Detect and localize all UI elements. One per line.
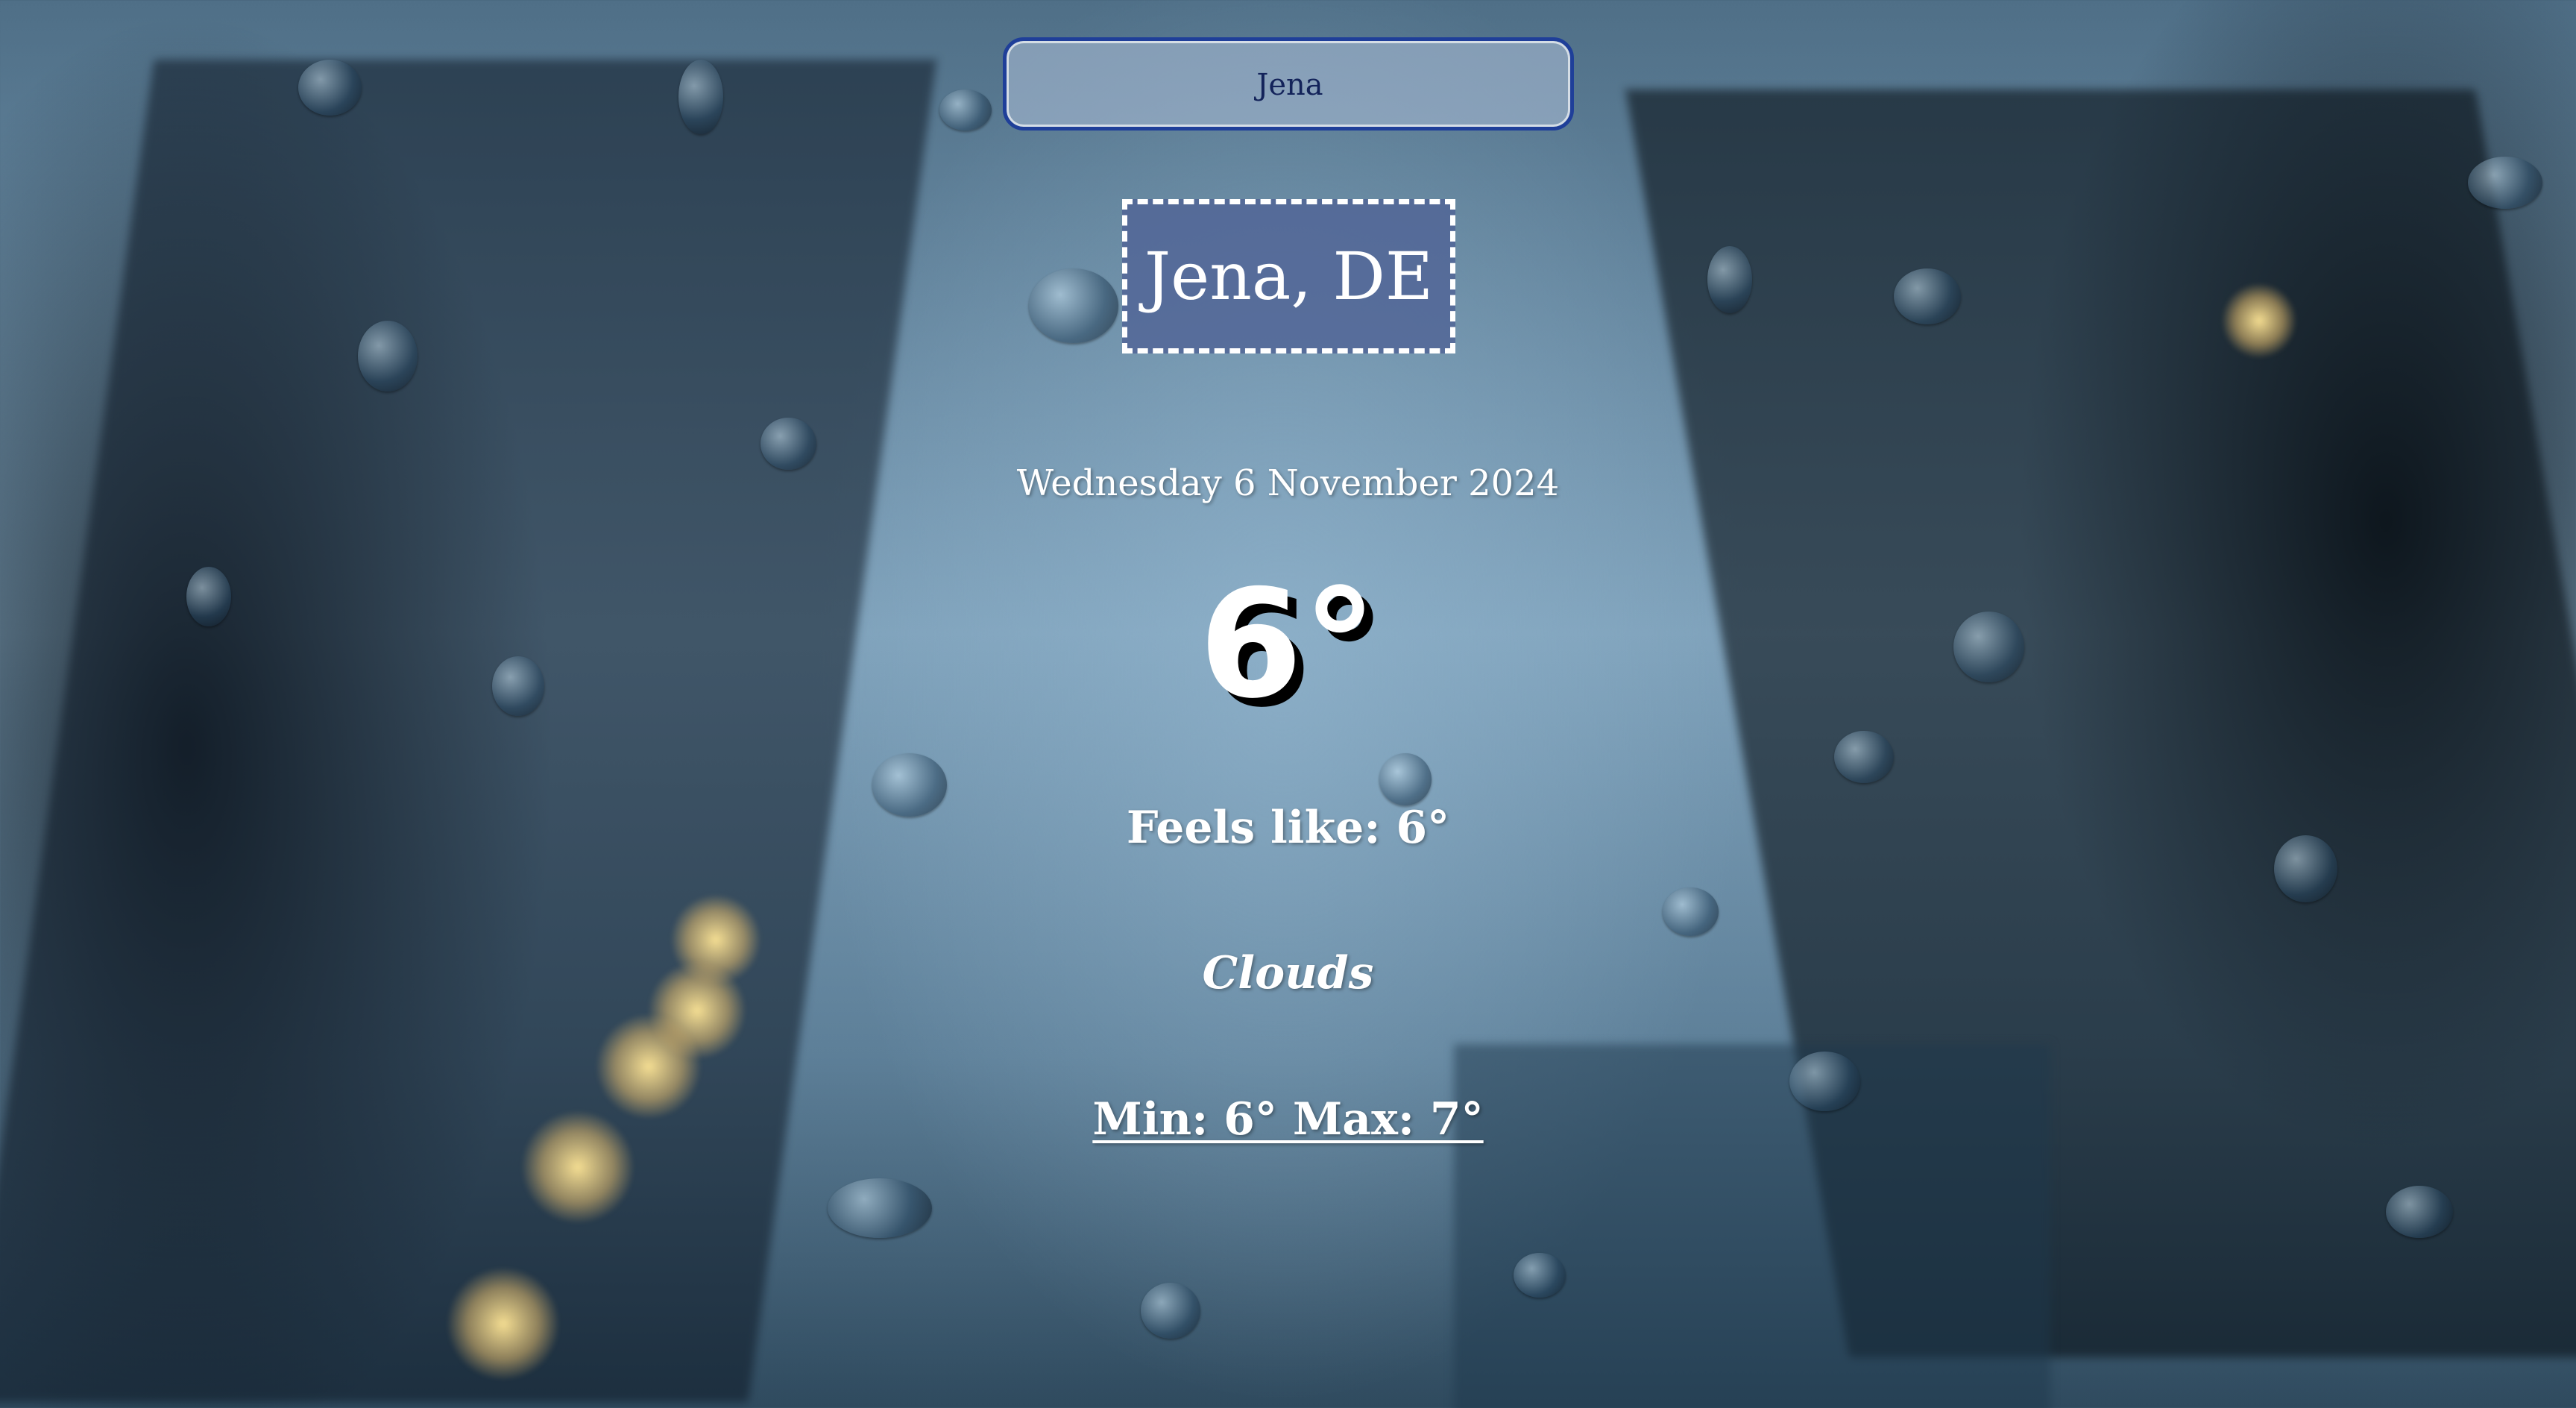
location-card: Jena, DE bbox=[1122, 199, 1455, 353]
min-max-text: Min: 6° Max: 7° bbox=[1092, 1093, 1484, 1145]
raindrop bbox=[1141, 1283, 1200, 1339]
raindrop bbox=[2468, 157, 2542, 209]
raindrop bbox=[358, 321, 418, 392]
raindrop bbox=[678, 60, 723, 134]
raindrop bbox=[1663, 887, 1719, 936]
blurred-building-left bbox=[0, 60, 937, 1402]
raindrop bbox=[1894, 268, 1961, 324]
feels-like-temperature: Feels like: 6° bbox=[1126, 802, 1450, 854]
city-search-input[interactable] bbox=[1007, 41, 1573, 128]
min-max-temperature: Min: 6° Max: 7° bbox=[0, 1093, 2576, 1145]
weather-condition: Clouds bbox=[1202, 947, 1374, 999]
raindrop bbox=[939, 89, 992, 131]
bokeh-light bbox=[447, 1268, 559, 1380]
raindrop bbox=[1379, 753, 1432, 805]
current-date: Wednesday 6 November 2024 bbox=[1016, 462, 1560, 504]
raindrop bbox=[828, 1178, 932, 1238]
raindrop bbox=[1514, 1253, 1566, 1298]
raindrop bbox=[1834, 731, 1894, 783]
raindrop bbox=[1707, 246, 1752, 313]
location-title: Jena, DE bbox=[1144, 238, 1434, 315]
raindrop bbox=[1029, 268, 1118, 343]
blurred-building-right bbox=[1625, 89, 2576, 1357]
search-box[interactable] bbox=[1003, 37, 1574, 131]
bokeh-light bbox=[2222, 283, 2296, 358]
raindrop bbox=[2386, 1186, 2453, 1238]
raindrop bbox=[298, 60, 362, 116]
current-temperature: 6° bbox=[1198, 558, 1378, 732]
